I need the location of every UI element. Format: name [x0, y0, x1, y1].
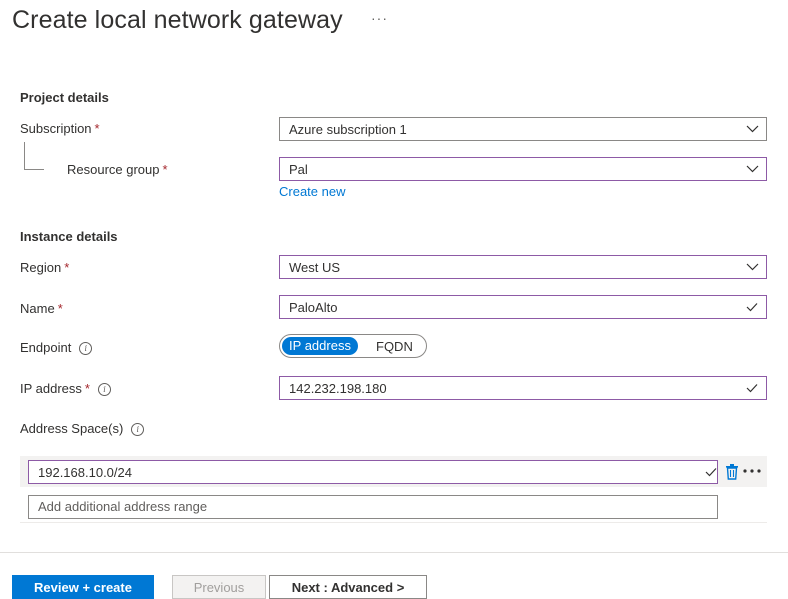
- ip-address-label-text: IP address: [20, 381, 82, 396]
- review-create-button[interactable]: Review + create: [12, 575, 154, 599]
- resource-group-label-text: Resource group: [67, 162, 160, 177]
- chevron-down-icon: [738, 263, 766, 271]
- footer-divider: [0, 552, 788, 553]
- ip-address-label: IP address * i: [20, 381, 111, 396]
- name-label: Name *: [20, 301, 63, 316]
- ip-address-input[interactable]: 142.232.198.180: [279, 376, 767, 400]
- required-marker: *: [64, 260, 70, 275]
- address-space-input[interactable]: 192.168.10.0/24: [28, 460, 718, 484]
- resource-group-select[interactable]: Pal: [279, 157, 767, 181]
- info-icon[interactable]: i: [97, 383, 111, 396]
- required-marker: *: [94, 121, 100, 136]
- previous-button[interactable]: Previous: [172, 575, 266, 599]
- address-spaces-label-text: Address Space(s): [20, 421, 124, 436]
- checkmark-icon: [705, 467, 717, 477]
- checkmark-icon: [738, 302, 766, 312]
- region-select[interactable]: West US: [279, 255, 767, 279]
- chevron-down-icon: [738, 165, 766, 173]
- delete-icon[interactable]: [725, 463, 739, 480]
- endpoint-option-ip-address[interactable]: IP address: [282, 337, 358, 355]
- chevron-down-icon: [738, 125, 766, 133]
- instance-details-heading: Instance details: [20, 229, 118, 244]
- endpoint-label-text: Endpoint: [20, 340, 72, 355]
- page-title: Create local network gateway: [12, 6, 343, 34]
- name-input[interactable]: PaloAlto: [279, 295, 767, 319]
- info-icon[interactable]: i: [131, 423, 145, 436]
- subscription-value: Azure subscription 1: [289, 121, 407, 137]
- required-marker: *: [57, 301, 63, 316]
- tree-connector: [24, 142, 44, 170]
- subscription-label-text: Subscription: [20, 121, 92, 136]
- region-label: Region *: [20, 260, 69, 275]
- resource-group-value: Pal: [289, 161, 308, 177]
- next-advanced-button[interactable]: Next : Advanced >: [269, 575, 427, 599]
- name-value: PaloAlto: [289, 299, 338, 315]
- more-icon[interactable]: [743, 469, 763, 473]
- resource-group-label: Resource group *: [67, 162, 168, 177]
- endpoint-option-fqdn[interactable]: FQDN: [376, 338, 413, 356]
- name-label-text: Name: [20, 301, 55, 316]
- ip-address-value: 142.232.198.180: [289, 380, 387, 396]
- project-details-heading: Project details: [20, 90, 109, 105]
- required-marker: *: [162, 162, 168, 177]
- divider: [20, 522, 767, 523]
- region-value: West US: [289, 259, 341, 275]
- create-new-resource-group-link[interactable]: Create new: [279, 184, 345, 199]
- more-options-button[interactable]: ···: [371, 10, 388, 26]
- endpoint-toggle[interactable]: IP address FQDN: [279, 334, 427, 358]
- region-label-text: Region: [20, 260, 62, 275]
- checkmark-icon: [738, 383, 766, 393]
- info-icon[interactable]: i: [79, 342, 93, 355]
- required-marker: *: [84, 381, 90, 396]
- address-spaces-label: Address Space(s) i: [20, 421, 145, 436]
- subscription-label: Subscription *: [20, 121, 100, 136]
- address-space-value: 192.168.10.0/24: [38, 464, 132, 480]
- subscription-select[interactable]: Azure subscription 1: [279, 117, 767, 141]
- endpoint-label: Endpoint i: [20, 340, 93, 355]
- add-address-range-input[interactable]: Add additional address range: [28, 495, 718, 519]
